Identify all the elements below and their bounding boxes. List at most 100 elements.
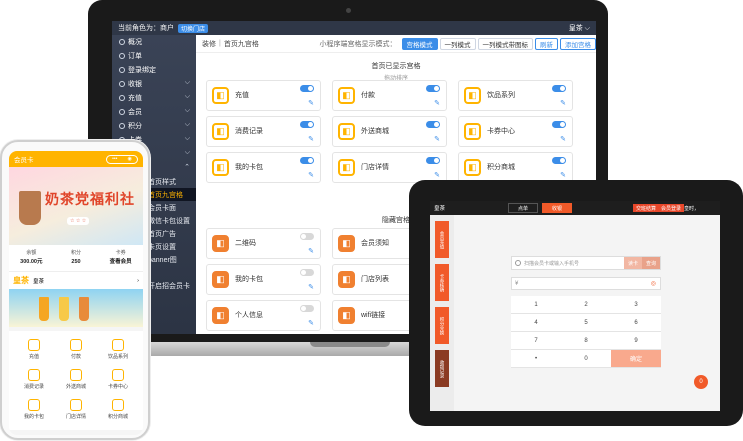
visibility-toggle[interactable] [552,121,566,128]
visible-tile[interactable]: ◧ 卡券中心 ✎ [458,116,573,147]
one-column-icon-button[interactable]: 一列模式带图标 [477,37,533,50]
keypad-key[interactable]: 6 [611,314,661,332]
keypad-key[interactable]: 0 [561,350,611,368]
phone-grid-item[interactable]: 外送商城 [55,367,97,394]
sidebar-item-points[interactable]: 积分 ⌵ [112,119,196,133]
role-text: 当前角色为：商户 [118,25,174,32]
cart-fab[interactable]: 0 [694,375,708,389]
keypad-key[interactable]: • [511,350,561,368]
edit-icon[interactable]: ✎ [434,135,440,143]
keypad-key[interactable]: 2 [561,296,611,314]
edit-icon[interactable]: ✎ [308,247,314,255]
visibility-toggle[interactable] [300,121,314,128]
keypad-key[interactable]: 7 [511,332,561,350]
read-card-button[interactable]: 读卡 [624,257,642,269]
visibility-toggle[interactable] [300,85,314,92]
shift-settle-button[interactable]: 交班结算 [633,204,660,212]
tab-order[interactable]: 点单 [508,203,538,213]
one-column-button[interactable]: 一列模式 [439,37,476,50]
visible-tile[interactable]: ◧ 消费记录 ✎ [206,116,321,147]
store-row[interactable]: 皇茶 皇茶 › [9,271,143,289]
edit-icon[interactable]: ✎ [308,135,314,143]
edit-icon[interactable]: ✎ [308,99,314,107]
query-button[interactable]: 查询 [642,257,660,269]
stat-points[interactable]: 积分 250 [54,245,99,271]
side-coupon-button[interactable]: 卡券核销 [435,264,449,301]
visible-tile[interactable]: ◧ 我的卡包 ✎ [206,152,321,183]
grid-item-label: 饮品系列 [107,354,128,360]
member-login-button[interactable]: 会员登录 [658,204,685,212]
visible-tile[interactable]: ◧ 饮品系列 ✎ [458,80,573,111]
edit-icon[interactable]: ✎ [560,171,566,179]
sidebar-item-orders[interactable]: 订单 [112,49,196,63]
keypad-key[interactable]: 4 [511,314,561,332]
keypad-key[interactable]: 8 [561,332,611,350]
phone-grid-item[interactable]: 积分商城 [97,397,139,424]
visibility-toggle[interactable] [552,157,566,164]
stat-coupons[interactable]: 卡券 查看会员 [98,245,143,271]
visibility-toggle[interactable] [426,157,440,164]
sidebar-item-cashier[interactable]: 收银 ⌵ [112,77,196,91]
grid-item-label: 我的卡包 [23,414,44,420]
phone-grid-item[interactable]: 消费记录 [13,367,55,394]
sidebar-item-recharge[interactable]: 充值 ⌵ [112,91,196,105]
chevron-down-icon: ⌵ [184,93,190,100]
add-grid-button[interactable]: 添加宫格 [560,37,596,50]
promo-composite: 当前角色为：商户 切换门店 皇茶 ⌵ 概况 订单 登录绑定 收银 ⌵ 充值 ⌵ 会员… [0,0,743,441]
phone-grid-item[interactable]: 我的卡包 [13,397,55,424]
grid-mode-button[interactable]: 宫格模式 [401,37,438,50]
visibility-toggle[interactable] [300,233,314,240]
side-records-button[interactable]: 收银记录 [435,350,449,387]
keypad-key[interactable]: 9 [611,332,661,350]
visible-tile[interactable]: ◧ 外送商城 ✎ [332,116,447,147]
tab-checkout[interactable]: 收银 [542,203,572,213]
hidden-tile[interactable]: ◧ 二维码 ✎ [206,228,321,259]
breadcrumb-section[interactable]: 装修 [202,39,216,49]
phone-grid-item[interactable]: 卡券中心 [97,367,139,394]
visibility-toggle[interactable] [300,157,314,164]
edit-icon[interactable]: ✎ [560,135,566,143]
sidebar-item-members[interactable]: 会员 ⌵ [112,105,196,119]
visible-tile[interactable]: ◧ 充值 ✎ [206,80,321,111]
visibility-toggle[interactable] [300,305,314,312]
switch-store-chip[interactable]: 切换门店 [178,23,209,33]
sidebar-item-overview[interactable]: 概况 [112,35,196,49]
eye-icon[interactable]: ◎ [651,280,656,287]
numeric-keypad: 1 2 3 4 5 6 7 8 9 • 0 确定 [511,296,661,368]
visible-tile[interactable]: ◧ 积分商城 ✎ [458,152,573,183]
phone-grid-item[interactable]: 门店详情 [55,397,97,424]
side-recharge-button[interactable]: 会员充值 [435,221,449,258]
edit-icon[interactable]: ✎ [434,171,440,179]
keypad-key[interactable]: 3 [611,296,661,314]
visible-tile[interactable]: ◧ 门店详情 ✎ [332,152,447,183]
store-dropdown[interactable]: 皇茶 ⌵ [569,23,590,33]
edit-icon[interactable]: ✎ [434,99,440,107]
phone-grid-item[interactable]: 饮品系列 [97,337,139,364]
promo-banner[interactable]: 奶茶党福利社 ☆ ☆ ☆ [9,167,143,245]
refresh-button[interactable]: 刷新 [535,37,558,50]
keypad-key[interactable]: 5 [561,314,611,332]
side-points-button[interactable]: 积分兑换 [435,307,449,344]
edit-icon[interactable]: ✎ [308,283,314,291]
edit-icon[interactable]: ✎ [308,319,314,327]
visible-tile[interactable]: ◧ 付款 ✎ [332,80,447,111]
tile-icon: ◧ [338,123,355,140]
drinks-promo-image[interactable] [9,289,143,327]
hidden-tile[interactable]: ◧ 我的卡包 ✎ [206,264,321,295]
sidebar-item-login[interactable]: 登录绑定 [112,63,196,77]
visibility-toggle[interactable] [426,85,440,92]
stat-balance[interactable]: 余额 300.00元 [9,245,54,271]
visibility-toggle[interactable] [426,121,440,128]
confirm-key[interactable]: 确定 [611,350,661,368]
edit-icon[interactable]: ✎ [308,171,314,179]
keypad-key[interactable]: 1 [511,296,561,314]
capsule-menu[interactable]: ••• ◉ [106,154,138,164]
visibility-toggle[interactable] [552,85,566,92]
member-search-input[interactable]: 扫描会员卡或输入手机号 读卡 查询 [511,256,661,270]
amount-input[interactable]: ¥ ◎ [511,277,661,290]
phone-grid-item[interactable]: 付款 [55,337,97,364]
phone-grid-item[interactable]: 充值 [13,337,55,364]
visibility-toggle[interactable] [300,269,314,276]
edit-icon[interactable]: ✎ [560,99,566,107]
hidden-tile[interactable]: ◧ 个人信息 ✎ [206,300,321,331]
